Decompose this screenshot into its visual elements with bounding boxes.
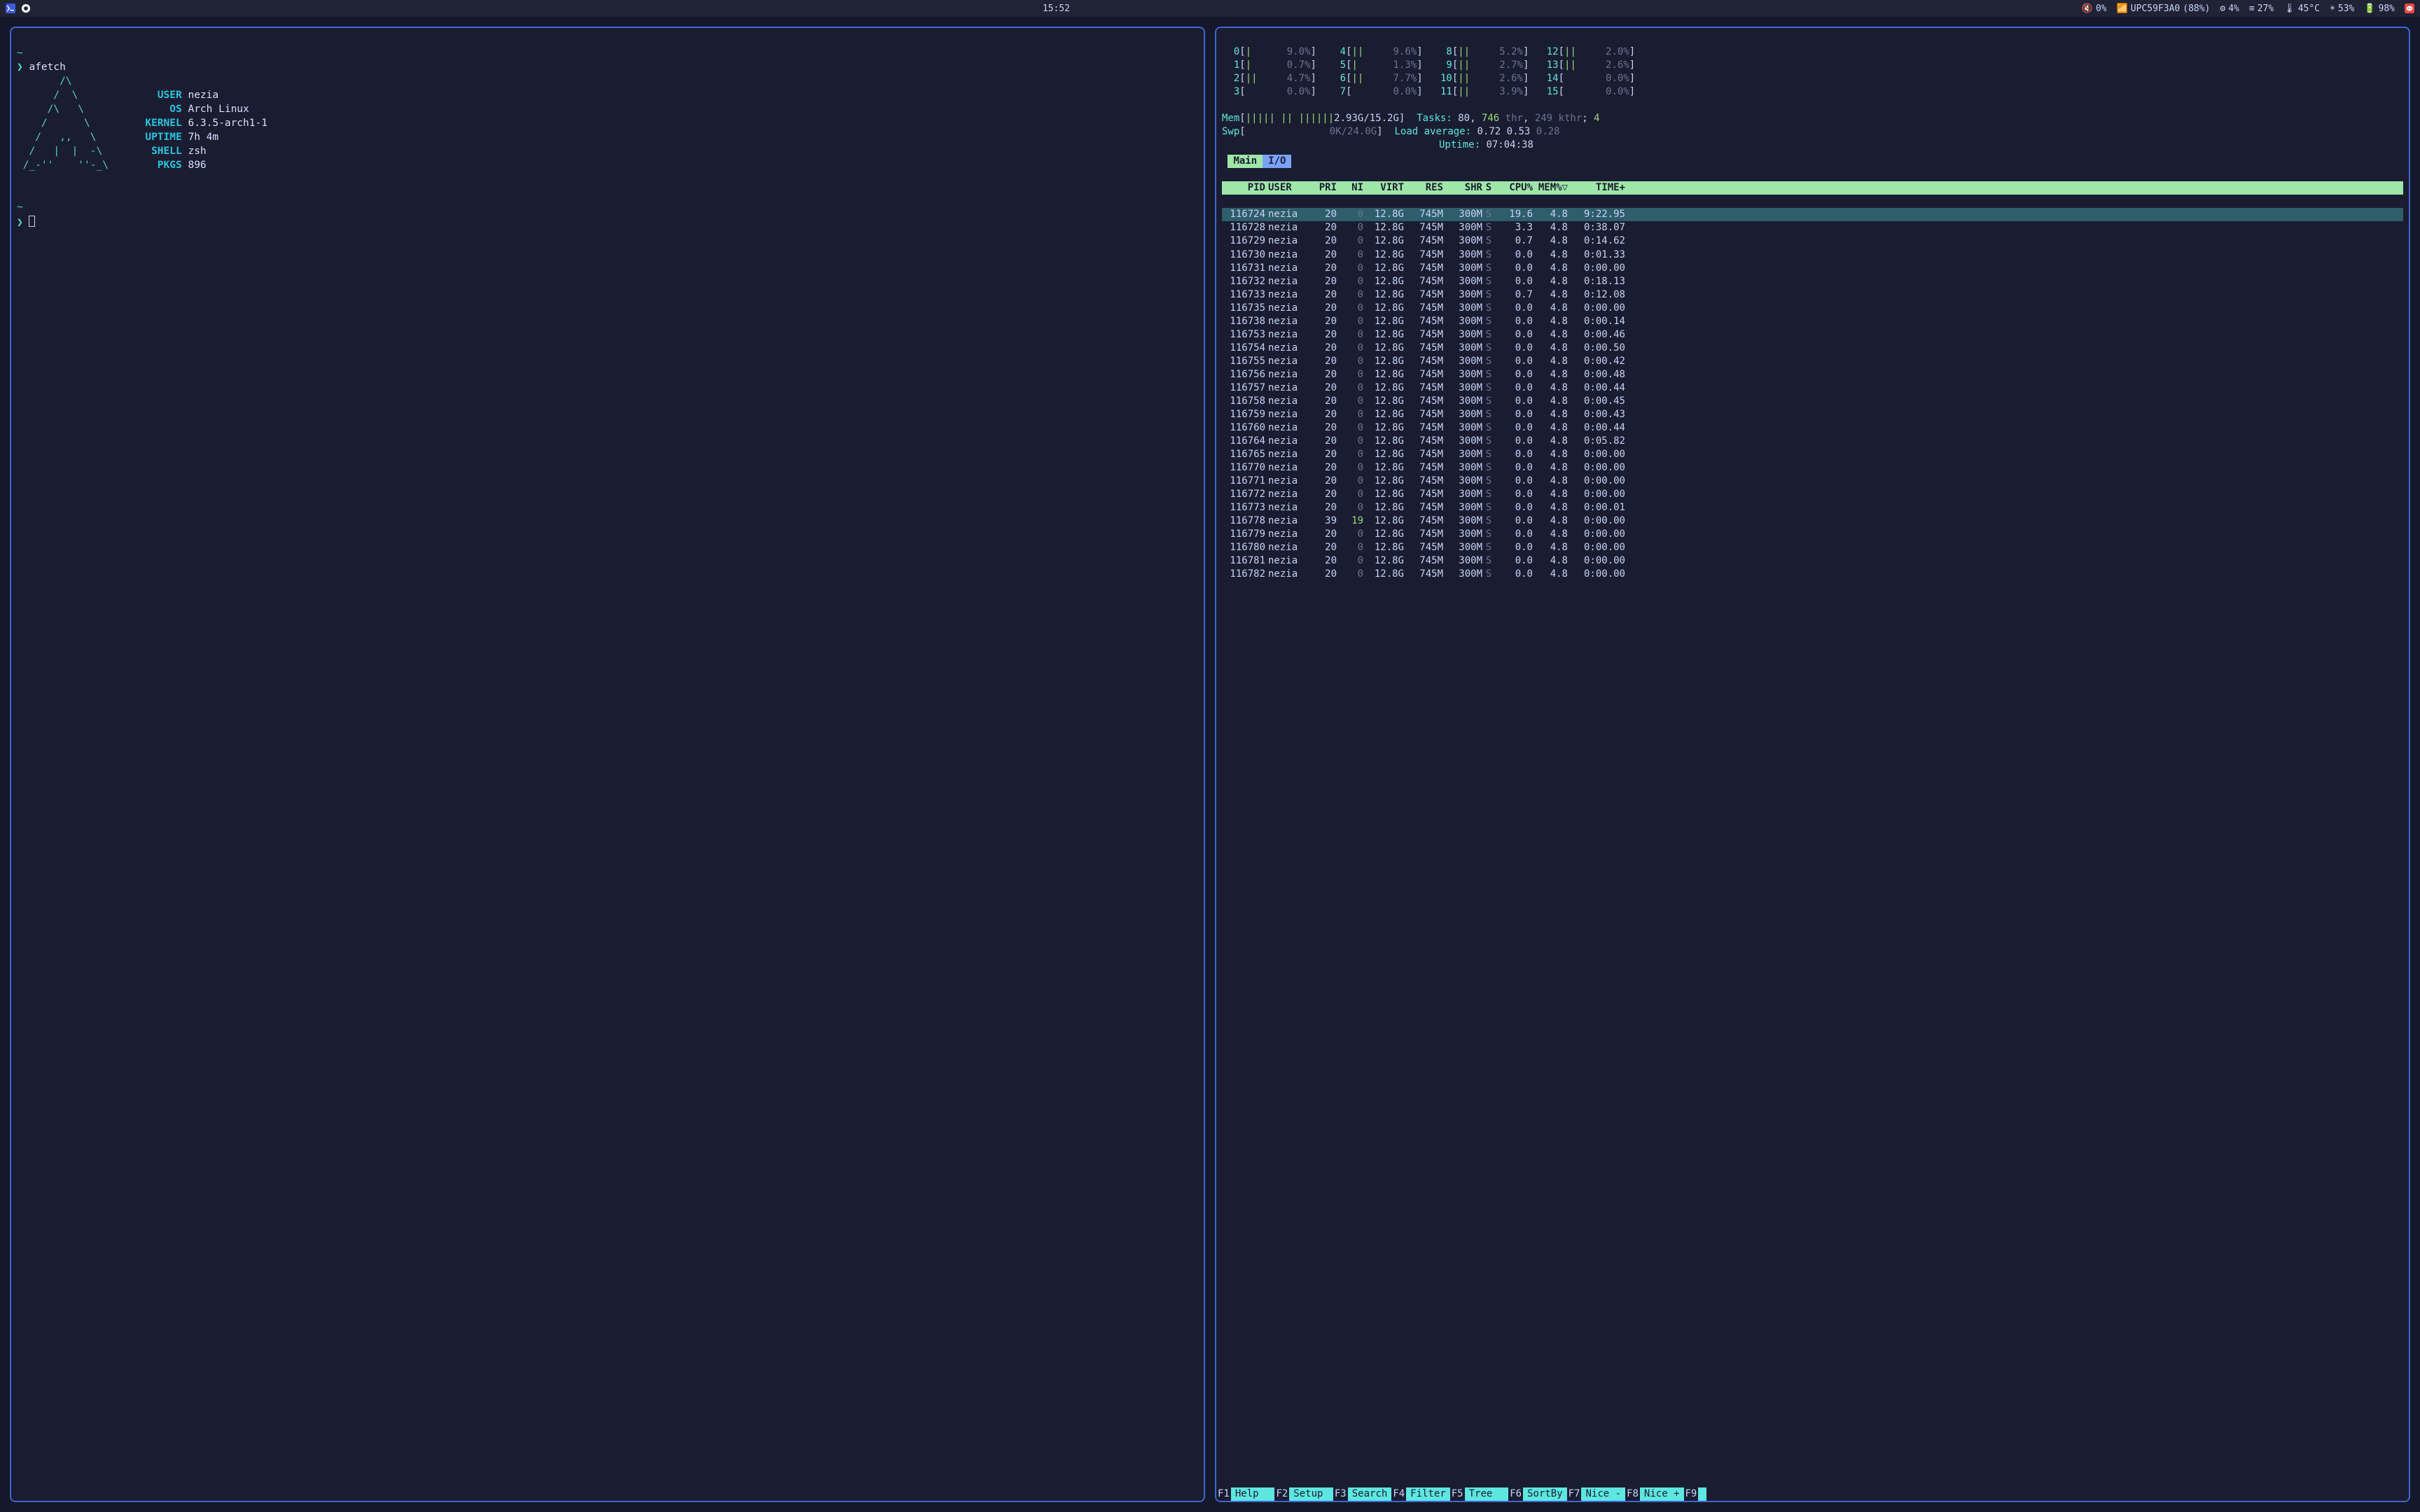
table-row[interactable]: 116779nezia20012.8G745M300MS0.04.80:00.0… bbox=[1222, 528, 2403, 541]
ram-indicator[interactable]: ≡ 27% bbox=[2249, 4, 2274, 14]
table-row[interactable]: 116755nezia20012.8G745M300MS0.04.80:00.4… bbox=[1222, 355, 2403, 368]
mem-used: 2.93G/15.2G bbox=[1334, 113, 1399, 124]
temperature-indicator[interactable]: 🌡 45°C bbox=[2283, 4, 2320, 14]
discord-tray-icon[interactable] bbox=[2405, 4, 2414, 13]
cursor[interactable] bbox=[29, 216, 35, 227]
table-row[interactable]: 116728nezia20012.8G745M300MS3.34.80:38.0… bbox=[1222, 221, 2403, 234]
prompt-symbol-2: ❯ bbox=[17, 217, 23, 228]
table-row[interactable]: 116782nezia20012.8G745M300MS0.04.80:00.0… bbox=[1222, 568, 2403, 581]
thermometer-icon: 🌡 bbox=[2283, 4, 2295, 14]
table-row[interactable]: 116771nezia20012.8G745M300MS0.04.80:00.0… bbox=[1222, 475, 2403, 488]
cwd-tilde-2: ~ bbox=[17, 202, 23, 213]
table-row[interactable]: 116754nezia20012.8G745M300MS0.04.80:00.5… bbox=[1222, 342, 2403, 355]
fkey-F6[interactable]: F6SortBy bbox=[1508, 1488, 1566, 1501]
wifi-indicator[interactable]: 📶 UPC59F3A0 (88%) bbox=[2117, 4, 2211, 14]
wifi-icon: 📶 bbox=[2117, 4, 2128, 14]
fkey-F4[interactable]: F4Filter bbox=[1391, 1488, 1449, 1501]
htop-tabs: MainI/O bbox=[1222, 155, 2403, 168]
tab-io[interactable]: I/O bbox=[1263, 155, 1291, 168]
table-row[interactable]: 116735nezia20012.8G745M300MS0.04.80:00.0… bbox=[1222, 302, 2403, 315]
tab-main[interactable]: Main bbox=[1228, 155, 1263, 168]
table-row[interactable]: 116778nezia391912.8G745M300MS0.04.80:00.… bbox=[1222, 514, 2403, 528]
prompt-symbol: ❯ bbox=[17, 62, 23, 73]
firefox-icon[interactable] bbox=[21, 4, 31, 13]
table-row[interactable]: 116724nezia20012.8G745M300MS19.64.89:22.… bbox=[1222, 208, 2403, 221]
fkey-F2[interactable]: F2Setup bbox=[1274, 1488, 1333, 1501]
mem-label: Mem bbox=[1222, 113, 1239, 124]
table-row[interactable]: 116730nezia20012.8G745M300MS0.04.80:01.3… bbox=[1222, 248, 2403, 262]
cpu-bars: 0[| 9.0%] 4[|| 9.6%] 8[|| 5.2%] 12[|| 2.… bbox=[1222, 46, 1647, 97]
table-row[interactable]: 116760nezia20012.8G745M300MS0.04.80:00.4… bbox=[1222, 421, 2403, 435]
clock: 15:52 bbox=[38, 4, 2075, 14]
volume-indicator[interactable]: 🔇 0% bbox=[2082, 4, 2107, 14]
table-row[interactable]: 116773nezia20012.8G745M300MS0.04.80:00.0… bbox=[1222, 501, 2403, 514]
terminal-icon[interactable] bbox=[6, 4, 15, 13]
battery-icon: 🔋 bbox=[2364, 4, 2375, 14]
fkey-F1[interactable]: F1Help bbox=[1216, 1488, 1274, 1501]
table-row[interactable]: 116764nezia20012.8G745M300MS0.04.80:05.8… bbox=[1222, 435, 2403, 448]
table-row[interactable]: 116757nezia20012.8G745M300MS0.04.80:00.4… bbox=[1222, 382, 2403, 395]
tasks-label: Tasks: bbox=[1417, 113, 1452, 124]
table-row[interactable]: 116770nezia20012.8G745M300MS0.04.80:00.0… bbox=[1222, 461, 2403, 475]
process-list[interactable]: 116724nezia20012.8G745M300MS19.64.89:22.… bbox=[1222, 208, 2403, 581]
swp-label: Swp bbox=[1222, 126, 1239, 137]
table-row[interactable]: 116738nezia20012.8G745M300MS0.04.80:00.1… bbox=[1222, 315, 2403, 328]
volume-pct: 0% bbox=[2096, 4, 2107, 14]
table-row[interactable]: 116732nezia20012.8G745M300MS0.04.80:18.1… bbox=[1222, 275, 2403, 288]
brightness-icon: ☀ bbox=[2330, 4, 2335, 14]
table-row[interactable]: 116729nezia20012.8G745M300MS0.74.80:14.6… bbox=[1222, 234, 2403, 248]
table-row[interactable]: 116733nezia20012.8G745M300MS0.74.80:12.0… bbox=[1222, 288, 2403, 302]
fkey-bar: F1Help F2Setup F3SearchF4FilterF5Tree F6… bbox=[1216, 1488, 2409, 1501]
wifi-ssid: UPC59F3A0 bbox=[2131, 4, 2180, 14]
fkey-F3[interactable]: F3Search bbox=[1333, 1488, 1391, 1501]
table-row[interactable]: 116772nezia20012.8G745M300MS0.04.80:00.0… bbox=[1222, 488, 2403, 501]
uptime-label: Uptime: bbox=[1439, 139, 1480, 150]
wifi-pct: (88%) bbox=[2183, 4, 2210, 14]
fkey-F8[interactable]: F8Nice + bbox=[1625, 1488, 1683, 1501]
battery-indicator[interactable]: 🔋 98% bbox=[2364, 4, 2395, 14]
table-row[interactable]: 116765nezia20012.8G745M300MS0.04.80:00.0… bbox=[1222, 448, 2403, 461]
command-afetch: afetch bbox=[29, 62, 65, 73]
cwd-tilde: ~ bbox=[17, 48, 23, 59]
brightness-indicator[interactable]: ☀ 53% bbox=[2330, 4, 2354, 14]
taskbar: 15:52 🔇 0% 📶 UPC59F3A0 (88%) ⚙ 4% ≡ 27% … bbox=[0, 0, 2420, 17]
menu-icon: ≡ bbox=[2249, 4, 2255, 14]
swp-text: 0K/24.0G bbox=[1330, 126, 1377, 137]
fkey-F9[interactable]: F9 bbox=[1684, 1488, 1707, 1501]
workspace: ~ ❯ afetch /\ / \ USER nezia /\ \ OS Arc… bbox=[0, 17, 2420, 1512]
terminal-right-htop[interactable]: 0[| 9.0%] 4[|| 9.6%] 8[|| 5.2%] 12[|| 2.… bbox=[1215, 27, 2410, 1502]
load-label: Load average: bbox=[1394, 126, 1471, 137]
table-row[interactable]: 116758nezia20012.8G745M300MS0.04.80:00.4… bbox=[1222, 395, 2403, 408]
fkey-F7[interactable]: F7Nice - bbox=[1567, 1488, 1625, 1501]
table-row[interactable]: 116759nezia20012.8G745M300MS0.04.80:00.4… bbox=[1222, 408, 2403, 421]
table-row[interactable]: 116781nezia20012.8G745M300MS0.04.80:00.0… bbox=[1222, 554, 2403, 568]
process-header[interactable]: PIDUSERPRINIVIRTRESSHRSCPU%MEM%▽TIME+ bbox=[1222, 181, 2403, 195]
volume-muted-icon: 🔇 bbox=[2082, 4, 2093, 14]
afetch-output: /\ / \ USER nezia /\ \ OS Arch Linux / \… bbox=[17, 76, 267, 171]
fan-indicator[interactable]: ⚙ 4% bbox=[2220, 4, 2239, 14]
table-row[interactable]: 116753nezia20012.8G745M300MS0.04.80:00.4… bbox=[1222, 328, 2403, 342]
uptime-value: 07:04:38 bbox=[1486, 139, 1533, 150]
table-row[interactable]: 116780nezia20012.8G745M300MS0.04.80:00.0… bbox=[1222, 541, 2403, 554]
terminal-left[interactable]: ~ ❯ afetch /\ / \ USER nezia /\ \ OS Arc… bbox=[10, 27, 1205, 1502]
gear-icon: ⚙ bbox=[2220, 4, 2225, 14]
table-row[interactable]: 116731nezia20012.8G745M300MS0.04.80:00.0… bbox=[1222, 262, 2403, 275]
fkey-F5[interactable]: F5Tree bbox=[1450, 1488, 1508, 1501]
table-row[interactable]: 116756nezia20012.8G745M300MS0.04.80:00.4… bbox=[1222, 368, 2403, 382]
